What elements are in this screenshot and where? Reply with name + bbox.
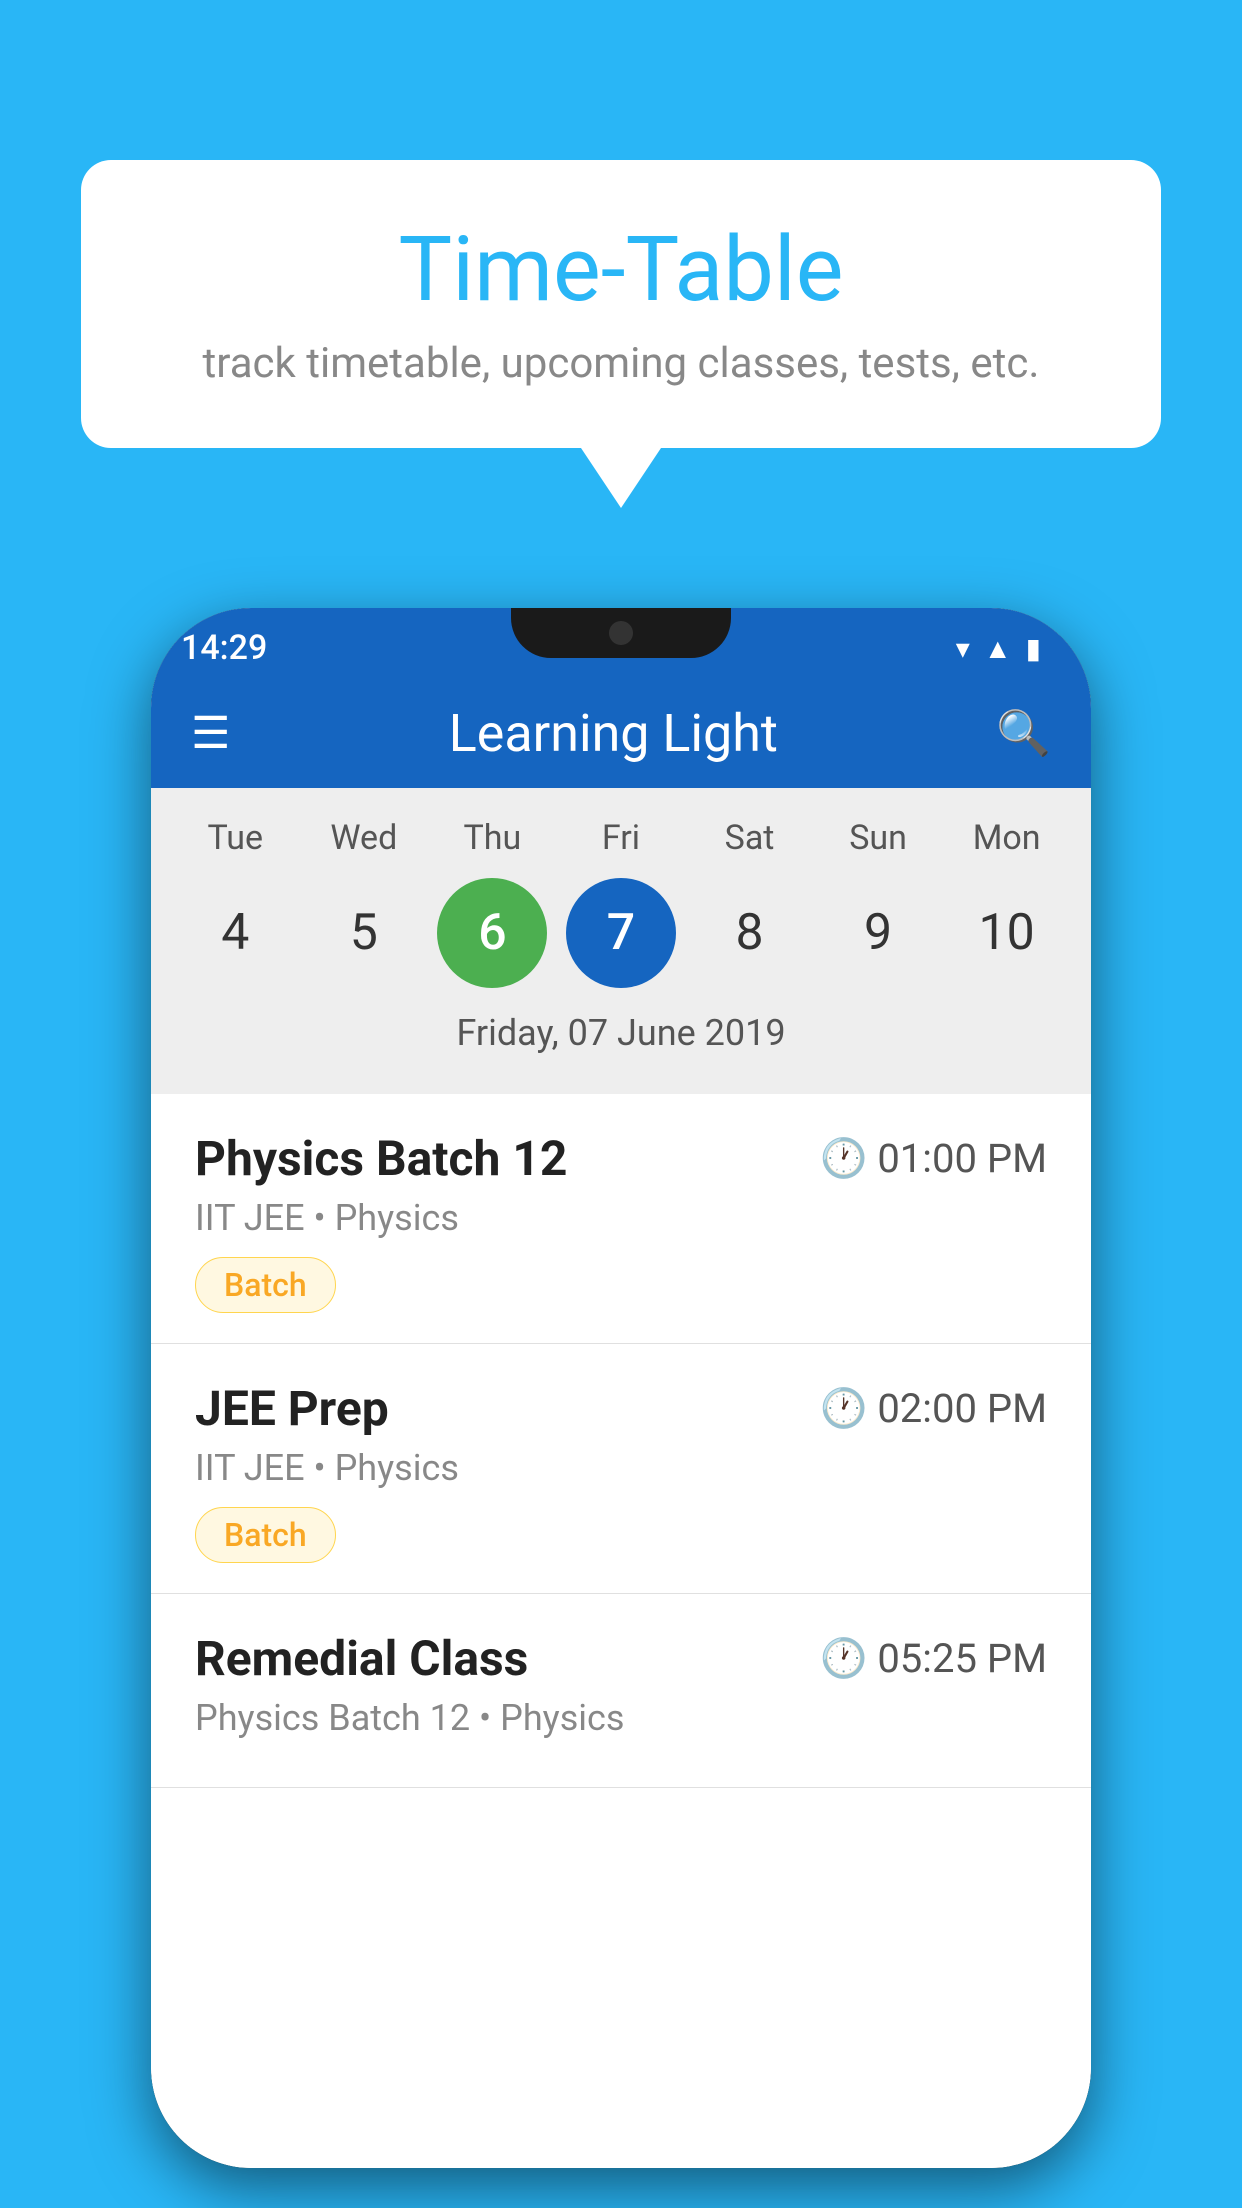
- day-header-sun: Sun: [823, 818, 933, 858]
- selected-date-label: Friday, 07 June 2019: [151, 998, 1091, 1074]
- speech-bubble-section: Time-Table track timetable, upcoming cla…: [0, 160, 1242, 508]
- class-item-2-header: JEE Prep 🕐 02:00 PM: [195, 1380, 1047, 1437]
- class-time-2: 🕐 02:00 PM: [820, 1385, 1047, 1432]
- class-item-3-header: Remedial Class 🕐 05:25 PM: [195, 1630, 1047, 1687]
- day-header-thu: Thu: [437, 818, 547, 858]
- status-time: 14:29: [181, 628, 267, 668]
- class-time-text-1: 01:00 PM: [877, 1135, 1047, 1182]
- phone-mockup: 14:29 ▾ ▲ ▮ ☰ Learning Light 🔍 Tue Wed T…: [151, 608, 1091, 2168]
- signal-icon: ▲: [984, 632, 1012, 665]
- class-name-3: Remedial Class: [195, 1630, 528, 1687]
- app-title: Learning Light: [270, 703, 956, 764]
- bubble-arrow: [581, 448, 661, 508]
- phone-notch: [511, 608, 731, 658]
- day-5[interactable]: 5: [309, 878, 419, 988]
- calendar-strip: Tue Wed Thu Fri Sat Sun Mon 4 5 6 7 8 9 …: [151, 788, 1091, 1094]
- day-header-tue: Tue: [180, 818, 290, 858]
- class-item-1-header: Physics Batch 12 🕐 01:00 PM: [195, 1130, 1047, 1187]
- phone-outer: 14:29 ▾ ▲ ▮ ☰ Learning Light 🔍 Tue Wed T…: [151, 608, 1091, 2168]
- class-name-1: Physics Batch 12: [195, 1130, 567, 1187]
- app-bar: ☰ Learning Light 🔍: [151, 678, 1091, 788]
- camera-dot: [609, 621, 633, 645]
- class-name-2: JEE Prep: [195, 1380, 389, 1437]
- day-numbers: 4 5 6 7 8 9 10: [151, 868, 1091, 998]
- class-item-1[interactable]: Physics Batch 12 🕐 01:00 PM IIT JEE • Ph…: [151, 1094, 1091, 1344]
- day-headers: Tue Wed Thu Fri Sat Sun Mon: [151, 808, 1091, 868]
- class-item-3[interactable]: Remedial Class 🕐 05:25 PM Physics Batch …: [151, 1594, 1091, 1788]
- day-header-wed: Wed: [309, 818, 419, 858]
- clock-icon-1: 🕐: [820, 1137, 867, 1181]
- day-8[interactable]: 8: [695, 878, 805, 988]
- class-meta-1: IIT JEE • Physics: [195, 1197, 1047, 1239]
- batch-badge-1: Batch: [195, 1257, 336, 1313]
- class-time-text-2: 02:00 PM: [877, 1385, 1047, 1432]
- class-item-2[interactable]: JEE Prep 🕐 02:00 PM IIT JEE • Physics Ba…: [151, 1344, 1091, 1594]
- class-list: Physics Batch 12 🕐 01:00 PM IIT JEE • Ph…: [151, 1094, 1091, 2168]
- search-icon[interactable]: 🔍: [996, 707, 1051, 759]
- class-meta-3: Physics Batch 12 • Physics: [195, 1697, 1047, 1739]
- day-6-today[interactable]: 6: [437, 878, 547, 988]
- phone-screen: 14:29 ▾ ▲ ▮ ☰ Learning Light 🔍 Tue Wed T…: [151, 608, 1091, 2168]
- day-header-mon: Mon: [952, 818, 1062, 858]
- wifi-icon: ▾: [956, 632, 970, 665]
- hamburger-icon[interactable]: ☰: [191, 707, 230, 759]
- class-meta-2: IIT JEE • Physics: [195, 1447, 1047, 1489]
- batch-badge-2: Batch: [195, 1507, 336, 1563]
- day-header-fri: Fri: [566, 818, 676, 858]
- battery-icon: ▮: [1026, 632, 1041, 665]
- clock-icon-2: 🕐: [820, 1387, 867, 1431]
- day-7-selected[interactable]: 7: [566, 878, 676, 988]
- class-time-3: 🕐 05:25 PM: [820, 1635, 1047, 1682]
- status-icons: ▾ ▲ ▮: [956, 632, 1041, 665]
- day-header-sat: Sat: [695, 818, 805, 858]
- day-10[interactable]: 10: [952, 878, 1062, 988]
- speech-bubble: Time-Table track timetable, upcoming cla…: [81, 160, 1161, 448]
- day-9[interactable]: 9: [823, 878, 933, 988]
- clock-icon-3: 🕐: [820, 1637, 867, 1681]
- bubble-title: Time-Table: [161, 220, 1081, 319]
- day-4[interactable]: 4: [180, 878, 290, 988]
- bubble-subtitle: track timetable, upcoming classes, tests…: [161, 339, 1081, 388]
- class-time-1: 🕐 01:00 PM: [820, 1135, 1047, 1182]
- class-time-text-3: 05:25 PM: [877, 1635, 1047, 1682]
